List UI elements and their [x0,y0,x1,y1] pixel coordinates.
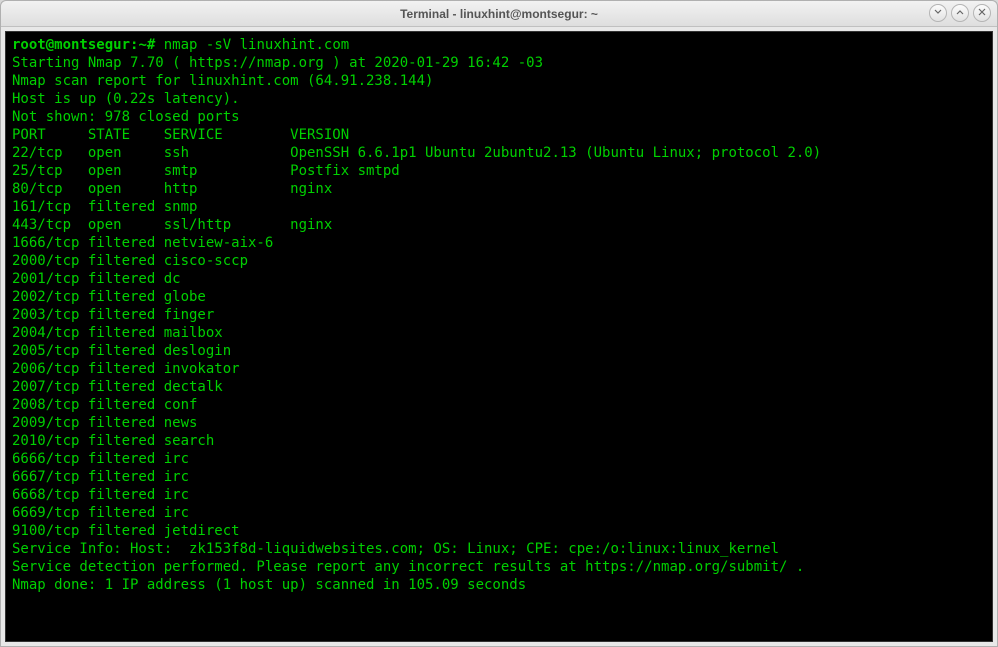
port-row: 161/tcp filtered snmp [12,198,986,216]
port-row: 2008/tcp filtered conf [12,396,986,414]
port-row: 6666/tcp filtered irc [12,450,986,468]
output-line: Service detection performed. Please repo… [12,558,986,576]
port-row: 1666/tcp filtered netview-aix-6 [12,234,986,252]
window-controls [929,4,991,22]
port-row: 25/tcp open smtp Postfix smtpd [12,162,986,180]
port-row: 2000/tcp filtered cisco-sccp [12,252,986,270]
port-row: 2005/tcp filtered deslogin [12,342,986,360]
output-line: Service Info: Host: zk153f8d-liquidwebsi… [12,540,986,558]
port-row: 2001/tcp filtered dc [12,270,986,288]
output-line: Starting Nmap 7.70 ( https://nmap.org ) … [12,54,986,72]
output-line: Host is up (0.22s latency). [12,90,986,108]
ports-header: PORT STATE SERVICE VERSION [12,126,986,144]
port-row: 22/tcp open ssh OpenSSH 6.6.1p1 Ubuntu 2… [12,144,986,162]
prompt-path: ~ [138,37,146,53]
terminal-window: Terminal - linuxhint@montsegur: ~ root@m… [0,0,998,647]
maximize-icon [956,8,964,18]
output-line: Not shown: 978 closed ports [12,108,986,126]
window-title: Terminal - linuxhint@montsegur: ~ [400,7,598,21]
prompt-user-host: root@montsegur [12,37,130,53]
port-row: 443/tcp open ssl/http nginx [12,216,986,234]
prompt-line: root@montsegur:~# nmap -sV linuxhint.com [12,36,986,54]
maximize-button[interactable] [951,4,969,22]
output-line: Nmap scan report for linuxhint.com (64.9… [12,72,986,90]
port-row: 9100/tcp filtered jetdirect [12,522,986,540]
port-row: 2003/tcp filtered finger [12,306,986,324]
prompt-tail: # [147,37,164,53]
port-row: 2006/tcp filtered invokator [12,360,986,378]
minimize-button[interactable] [929,4,947,22]
port-row: 6669/tcp filtered irc [12,504,986,522]
port-row: 2007/tcp filtered dectalk [12,378,986,396]
port-row: 80/tcp open http nginx [12,180,986,198]
close-button[interactable] [973,4,991,22]
command-text: nmap -sV linuxhint.com [164,37,349,53]
port-row: 2010/tcp filtered search [12,432,986,450]
port-row: 2009/tcp filtered news [12,414,986,432]
port-row: 6667/tcp filtered irc [12,468,986,486]
port-row: 2002/tcp filtered globe [12,288,986,306]
close-icon [978,8,986,18]
port-row: 6668/tcp filtered irc [12,486,986,504]
port-row: 2004/tcp filtered mailbox [12,324,986,342]
minimize-icon [934,8,942,18]
terminal-body[interactable]: root@montsegur:~# nmap -sV linuxhint.com… [5,31,993,642]
titlebar[interactable]: Terminal - linuxhint@montsegur: ~ [1,1,997,27]
output-line: Nmap done: 1 IP address (1 host up) scan… [12,576,986,594]
